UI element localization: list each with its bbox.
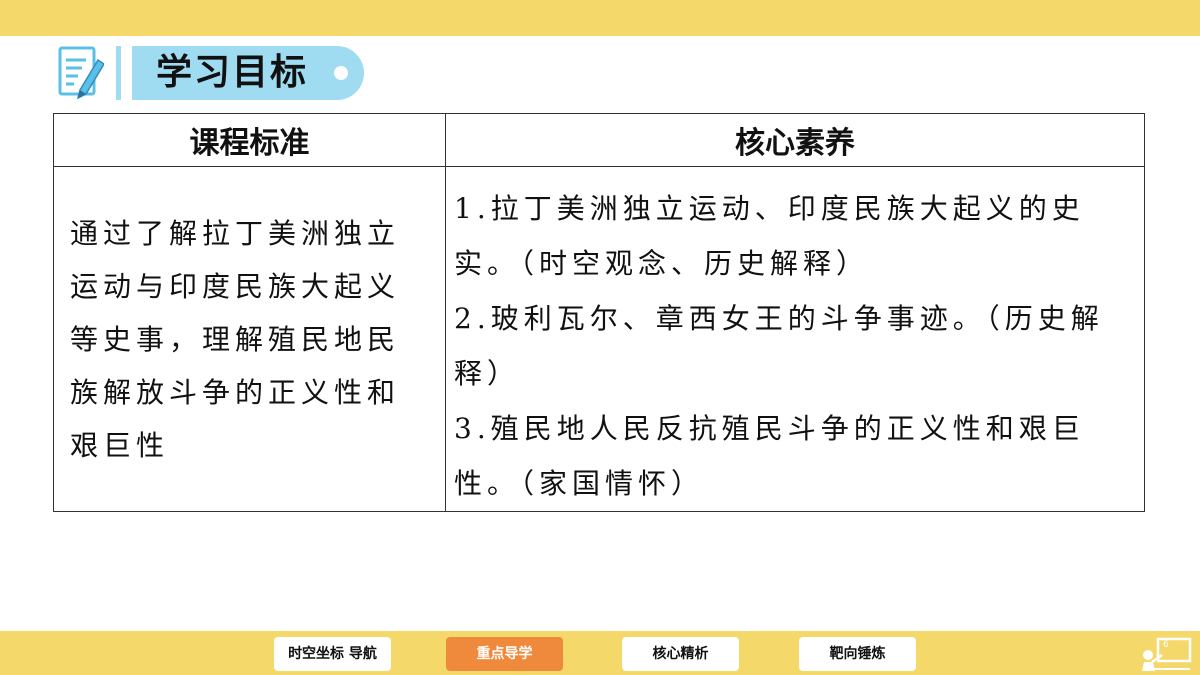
nav-targeted-practice-button[interactable]: 靶向锤炼 xyxy=(799,637,916,671)
edit-document-icon xyxy=(58,46,104,100)
title-divider xyxy=(116,46,121,100)
page-number: 6 xyxy=(1163,640,1169,650)
literacy-item-2: 2.玻利瓦尔、章西女王的斗争事迹。（历史解释） xyxy=(454,302,1104,390)
header-course-standard: 课程标准 xyxy=(53,113,446,167)
literacy-item-1: 1.拉丁美洲独立运动、印度民族大起义的史实。（时空观念、历史解释） xyxy=(454,192,1085,280)
literacy-item-3: 3.殖民地人民反抗殖民斗争的正义性和艰巨性。（家国情怀） xyxy=(454,412,1085,500)
bottom-nav-bar: 时空坐标 导航 重点导学 核心精析 靶向锤炼 6 xyxy=(0,631,1200,675)
table-header-row: 课程标准 核心素养 xyxy=(53,113,1145,167)
section-title-banner: 学习目标 xyxy=(132,46,364,100)
nav-timeline-button[interactable]: 时空坐标 导航 xyxy=(274,637,391,671)
nav-key-guide-button[interactable]: 重点导学 xyxy=(446,637,563,671)
goals-table: 课程标准 核心素养 通过了解拉丁美洲独立运动与印度民族大起义等史事，理解殖民地民… xyxy=(53,113,1145,512)
top-band xyxy=(0,0,1200,36)
table-row: 通过了解拉丁美洲独立运动与印度民族大起义等史事，理解殖民地民族解放斗争的正义性和… xyxy=(53,166,1145,512)
header-core-literacy: 核心素养 xyxy=(445,113,1145,167)
nav-core-analysis-button[interactable]: 核心精析 xyxy=(622,637,739,671)
course-standard-text: 通过了解拉丁美洲独立运动与印度民族大起义等史事，理解殖民地民族解放斗争的正义性和… xyxy=(53,166,446,512)
title-dot xyxy=(334,66,348,80)
core-literacy-cell: 1.拉丁美洲独立运动、印度民族大起义的史实。（时空观念、历史解释） 2.玻利瓦尔… xyxy=(445,166,1145,512)
page-title: 学习目标 xyxy=(156,52,309,93)
